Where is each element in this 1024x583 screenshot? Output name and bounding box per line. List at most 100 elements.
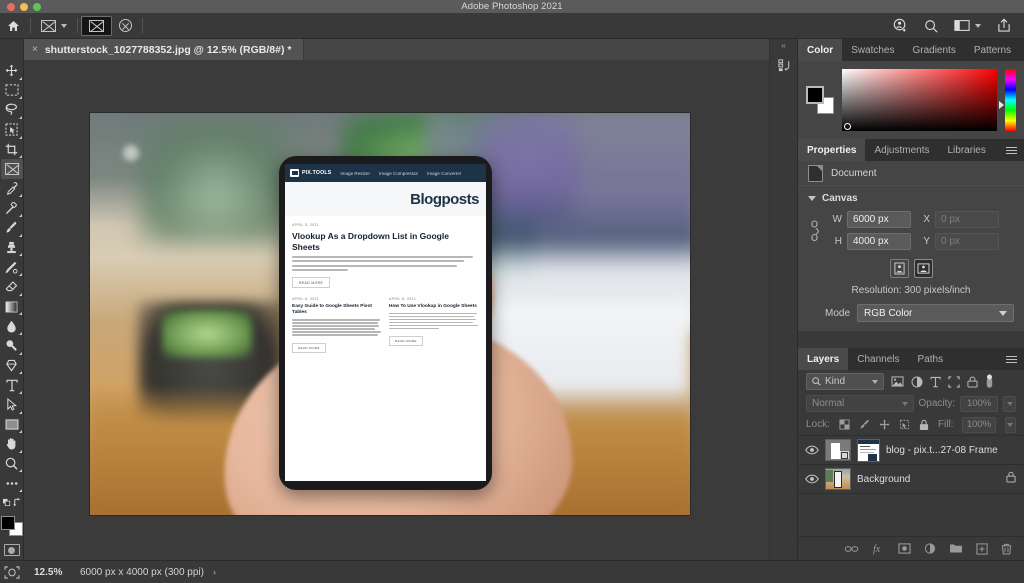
frame-rect-button[interactable]: [81, 16, 112, 36]
zoom-tool[interactable]: [1, 454, 23, 474]
tab-properties[interactable]: Properties: [798, 139, 865, 161]
crop-tool[interactable]: [1, 140, 23, 160]
default-colors-and-swap[interactable]: [1, 493, 23, 513]
tab-gradients[interactable]: Gradients: [903, 39, 964, 61]
brush-tool[interactable]: [1, 218, 23, 238]
blend-mode-select[interactable]: Normal: [806, 395, 914, 412]
dodge-tool[interactable]: [1, 336, 23, 356]
tab-swatches[interactable]: Swatches: [842, 39, 903, 61]
clone-stamp-tool[interactable]: [1, 238, 23, 258]
y-input[interactable]: 0 px: [935, 233, 999, 250]
panel-menu-icon[interactable]: [1020, 39, 1024, 61]
chevron-down-icon[interactable]: [808, 196, 816, 201]
home-icon[interactable]: [0, 13, 27, 39]
path-selection-tool[interactable]: [1, 395, 23, 415]
eyedropper-tool[interactable]: [1, 179, 23, 199]
table-row[interactable]: blog - pix.t...27-08 Frame: [798, 436, 1024, 465]
frame-tool-preset-icon[interactable]: [34, 13, 74, 39]
opacity-input[interactable]: 100%: [960, 396, 998, 412]
document-tab[interactable]: × shutterstock_1027788352.jpg @ 12.5% (R…: [24, 39, 304, 60]
tab-libraries[interactable]: Libraries: [939, 139, 995, 161]
quick-mask-mode-button[interactable]: [1, 540, 23, 560]
collapse-panels-icon[interactable]: «: [770, 39, 797, 52]
blur-tool[interactable]: [1, 316, 23, 336]
tab-adjustments[interactable]: Adjustments: [865, 139, 938, 161]
filter-toggle-icon[interactable]: [985, 374, 994, 389]
tab-paths[interactable]: Paths: [909, 348, 953, 370]
eraser-tool[interactable]: [1, 277, 23, 297]
lock-all-icon[interactable]: [919, 419, 929, 431]
history-brush-tool[interactable]: [1, 257, 23, 277]
new-group-icon[interactable]: [949, 543, 963, 554]
lock-artboard-icon[interactable]: [899, 419, 910, 430]
layer-style-icon[interactable]: fx: [872, 543, 885, 555]
landscape-orientation-button[interactable]: [914, 259, 933, 278]
spot-healing-brush-tool[interactable]: [1, 198, 23, 218]
tab-patterns[interactable]: Patterns: [965, 39, 1020, 61]
gradient-tool[interactable]: [1, 297, 23, 317]
pen-tool[interactable]: [1, 356, 23, 376]
chevron-down-icon[interactable]: [61, 24, 67, 28]
tab-color[interactable]: Color: [798, 39, 842, 61]
layer-name[interactable]: Background: [857, 474, 910, 485]
lock-image-pixels-icon[interactable]: [859, 419, 870, 430]
panel-menu-icon[interactable]: [999, 348, 1024, 370]
panel-menu-icon[interactable]: [999, 139, 1024, 161]
history-panel-icon[interactable]: [770, 52, 798, 78]
frame-ellipse-button[interactable]: [112, 13, 139, 39]
filter-pixel-icon[interactable]: [891, 376, 904, 387]
chevron-down-icon[interactable]: [975, 24, 981, 28]
lock-transparent-pixels-icon[interactable]: [839, 419, 850, 430]
opacity-stepper[interactable]: [1003, 396, 1016, 412]
document-canvas[interactable]: PIX.TOOLS Image Resizer Image Compressor…: [90, 113, 690, 515]
layer-name[interactable]: blog - pix.t...27-08 Frame: [886, 445, 998, 456]
move-tool[interactable]: [1, 61, 23, 81]
tab-channels[interactable]: Channels: [848, 348, 908, 370]
rectangular-marquee-tool[interactable]: [1, 81, 23, 101]
quick-mask-icon[interactable]: [0, 566, 24, 579]
workspace-switcher-icon[interactable]: [947, 13, 988, 39]
color-mode-select[interactable]: RGB Color: [857, 304, 1014, 322]
foreground-background-color[interactable]: [1, 516, 23, 537]
portrait-orientation-button[interactable]: [890, 259, 909, 278]
fill-input[interactable]: 100%: [962, 417, 995, 433]
color-picker-handle[interactable]: [844, 123, 851, 130]
frame-tool[interactable]: [1, 159, 23, 179]
canvas-section-title[interactable]: Canvas: [808, 193, 1014, 204]
canvas-area[interactable]: PIX.TOOLS Image Resizer Image Compressor…: [24, 60, 769, 560]
layer-visibility-toggle[interactable]: [804, 445, 819, 455]
export-icon[interactable]: [990, 13, 1018, 39]
object-selection-tool[interactable]: [1, 120, 23, 140]
layer-filter-kind-select[interactable]: Kind: [806, 373, 884, 390]
close-icon[interactable]: ×: [32, 45, 38, 55]
delete-layer-icon[interactable]: [1001, 543, 1012, 555]
hue-slider[interactable]: [1005, 69, 1016, 131]
hue-slider-handle[interactable]: [999, 101, 1004, 109]
layer-mask-icon[interactable]: [898, 543, 911, 554]
table-row[interactable]: Background: [798, 465, 1024, 494]
layer-visibility-toggle[interactable]: [804, 474, 819, 484]
height-input[interactable]: 4000 px: [847, 233, 911, 250]
fill-stepper[interactable]: [1005, 417, 1016, 433]
foreground-color-swatch[interactable]: [1, 516, 15, 530]
color-swatches[interactable]: [806, 86, 834, 114]
link-layers-icon[interactable]: [844, 545, 859, 553]
width-input[interactable]: 6000 px: [847, 211, 911, 228]
adjustment-layer-icon[interactable]: [924, 543, 936, 555]
document-info[interactable]: 6000 px x 4000 px (300 ppi) ›: [80, 567, 216, 578]
hand-tool[interactable]: [1, 434, 23, 454]
link-dimensions-icon[interactable]: [808, 220, 822, 242]
edit-toolbar-button[interactable]: [1, 473, 23, 493]
filter-smart-object-icon[interactable]: [967, 376, 978, 388]
x-input[interactable]: 0 px: [935, 211, 999, 228]
foreground-color-swatch[interactable]: [806, 86, 824, 104]
color-field[interactable]: [842, 69, 997, 131]
share-user-icon[interactable]: [886, 13, 915, 39]
tab-layers[interactable]: Layers: [798, 348, 848, 370]
search-icon[interactable]: [917, 13, 945, 39]
rectangle-tool[interactable]: [1, 415, 23, 435]
new-layer-icon[interactable]: [976, 543, 988, 555]
zoom-level[interactable]: 12.5%: [24, 567, 80, 578]
filter-type-icon[interactable]: [930, 376, 941, 388]
filter-shape-icon[interactable]: [948, 376, 960, 388]
